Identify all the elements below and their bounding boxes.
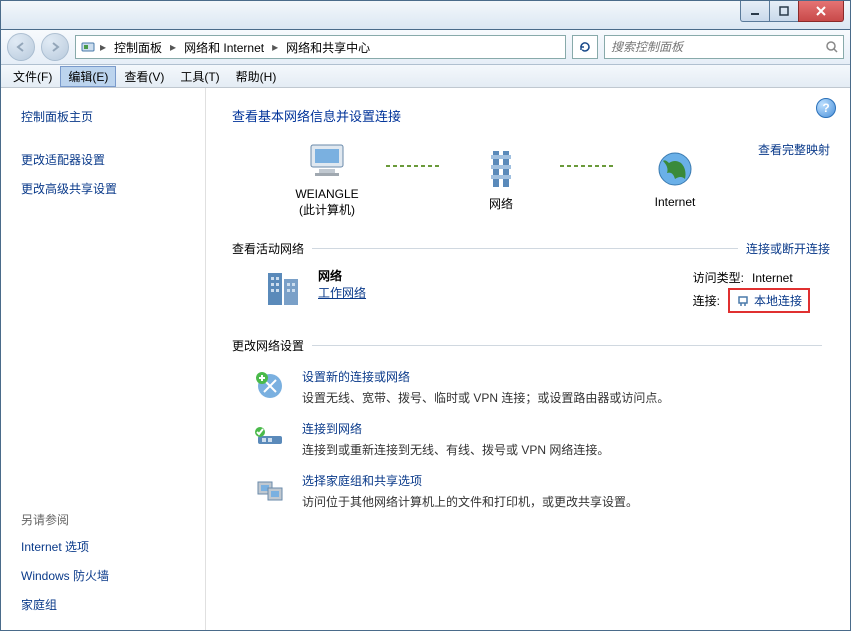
- minimize-button[interactable]: [740, 1, 770, 22]
- change-settings-header: 更改网络设置: [232, 337, 830, 354]
- globe-icon: [655, 149, 695, 189]
- chevron-right-icon: ▸: [168, 40, 178, 54]
- access-type-value: Internet: [752, 271, 793, 285]
- task-homegroup-desc: 访问位于其他网络计算机上的文件和打印机，或更改共享设置。: [302, 493, 638, 510]
- local-connection-link[interactable]: 本地连接: [754, 292, 802, 309]
- sidebar-inetopt-link[interactable]: Internet 选项: [21, 538, 205, 555]
- help-icon[interactable]: ?: [816, 98, 836, 118]
- menu-help[interactable]: 帮助(H): [228, 66, 285, 87]
- breadcrumb-item[interactable]: 控制面板: [110, 39, 166, 56]
- see-also-label: 另请参阅: [21, 511, 205, 528]
- search-input[interactable]: [609, 39, 825, 55]
- network-type-link[interactable]: 工作网络: [318, 286, 366, 300]
- sidebar: 控制面板主页 更改适配器设置 更改高级共享设置 另请参阅 Internet 选项…: [1, 88, 206, 631]
- internet-label: Internet: [655, 195, 696, 211]
- sidebar-homegroup-link[interactable]: 家庭组: [21, 596, 205, 613]
- page-title: 查看基本网络信息并设置连接: [232, 106, 830, 125]
- connect-icon: [252, 420, 288, 456]
- this-pc-name: WEIANGLE: [295, 187, 358, 203]
- access-type-label: 访问类型:: [693, 269, 744, 286]
- forward-icon: [49, 41, 61, 53]
- computer-icon: [305, 141, 349, 181]
- body: 控制面板主页 更改适配器设置 更改高级共享设置 另请参阅 Internet 选项…: [1, 88, 850, 631]
- sidebar-firewall-link[interactable]: Windows 防火墙: [21, 567, 205, 584]
- map-node-internet: Internet: [620, 149, 730, 211]
- task-new-connection-desc: 设置无线、宽带、拨号、临时或 VPN 连接；或设置路由器或访问点。: [302, 389, 669, 406]
- map-line: [560, 165, 616, 167]
- sidebar-adapter-link[interactable]: 更改适配器设置: [21, 151, 205, 168]
- task-homegroup-link[interactable]: 选择家庭组和共享选项: [302, 474, 422, 488]
- window: ▸ 控制面板 ▸ 网络和 Internet ▸ 网络和共享中心 文件(F) 编辑…: [0, 0, 851, 631]
- close-icon: [815, 5, 827, 17]
- task-connect-desc: 连接到或重新连接到无线、有线、拨号或 VPN 网络连接。: [302, 441, 609, 458]
- task-homegroup: 选择家庭组和共享选项 访问位于其他网络计算机上的文件和打印机，或更改共享设置。: [232, 472, 830, 510]
- office-network-icon: [262, 267, 306, 315]
- address-bar[interactable]: ▸ 控制面板 ▸ 网络和 Internet ▸ 网络和共享中心: [75, 35, 566, 59]
- titlebar: [1, 1, 850, 30]
- minimize-icon: [750, 6, 760, 16]
- window-buttons: [741, 1, 844, 21]
- map-line: [386, 165, 442, 167]
- maximize-icon: [779, 6, 789, 16]
- forward-button[interactable]: [41, 33, 69, 61]
- ethernet-icon: [736, 294, 750, 308]
- active-networks-header: 查看活动网络 连接或断开连接: [232, 240, 830, 257]
- network-tower-icon: [483, 147, 519, 191]
- task-connect-link[interactable]: 连接到网络: [302, 422, 362, 436]
- chevron-right-icon: ▸: [270, 40, 280, 54]
- back-icon: [15, 41, 27, 53]
- this-pc-sub: (此计算机): [295, 203, 358, 219]
- task-new-connection-link[interactable]: 设置新的连接或网络: [302, 370, 410, 384]
- control-panel-icon: [80, 39, 96, 55]
- change-settings-title: 更改网络设置: [232, 337, 304, 354]
- full-map-link[interactable]: 查看完整映射: [758, 141, 830, 158]
- sidebar-home-link[interactable]: 控制面板主页: [21, 108, 205, 125]
- breadcrumb-item[interactable]: 网络和 Internet: [180, 39, 268, 56]
- connect-disconnect-link[interactable]: 连接或断开连接: [746, 240, 830, 257]
- content: ? 查看基本网络信息并设置连接 查看完整映射 WEIANGLE (此计算机): [206, 88, 850, 631]
- connection-highlight: 本地连接: [728, 288, 810, 313]
- menu-view[interactable]: 查看(V): [116, 66, 172, 87]
- network-name: 网络: [318, 267, 366, 284]
- map-node-this-pc: WEIANGLE (此计算机): [272, 141, 382, 218]
- connection-label: 连接:: [693, 292, 720, 309]
- task-connect: 连接到网络 连接到或重新连接到无线、有线、拨号或 VPN 网络连接。: [232, 420, 830, 458]
- refresh-button[interactable]: [572, 35, 598, 59]
- maximize-button[interactable]: [769, 1, 799, 22]
- back-button[interactable]: [7, 33, 35, 61]
- search-box[interactable]: [604, 35, 844, 59]
- map-node-network: 网络: [446, 147, 556, 213]
- sidebar-advshare-link[interactable]: 更改高级共享设置: [21, 180, 205, 197]
- close-button[interactable]: [798, 1, 844, 22]
- task-new-connection: 设置新的连接或网络 设置无线、宽带、拨号、临时或 VPN 连接；或设置路由器或访…: [232, 368, 830, 406]
- network-label: 网络: [489, 197, 513, 213]
- active-network: 网络 工作网络 访问类型: Internet 连接:: [232, 267, 830, 315]
- search-icon: [825, 40, 839, 54]
- menu-file[interactable]: 文件(F): [5, 66, 60, 87]
- menu-tools[interactable]: 工具(T): [172, 66, 227, 87]
- chevron-right-icon: ▸: [98, 40, 108, 54]
- homegroup-icon: [252, 472, 288, 508]
- new-connection-icon: [252, 368, 288, 404]
- network-map: 查看完整映射 WEIANGLE (此计算机) 网络: [232, 141, 830, 218]
- refresh-icon: [578, 40, 592, 54]
- menu-edit[interactable]: 编辑(E): [60, 66, 116, 87]
- menubar: 文件(F) 编辑(E) 查看(V) 工具(T) 帮助(H): [1, 65, 850, 88]
- active-networks-title: 查看活动网络: [232, 240, 304, 257]
- breadcrumb-item[interactable]: 网络和共享中心: [282, 39, 374, 56]
- navbar: ▸ 控制面板 ▸ 网络和 Internet ▸ 网络和共享中心: [1, 30, 850, 65]
